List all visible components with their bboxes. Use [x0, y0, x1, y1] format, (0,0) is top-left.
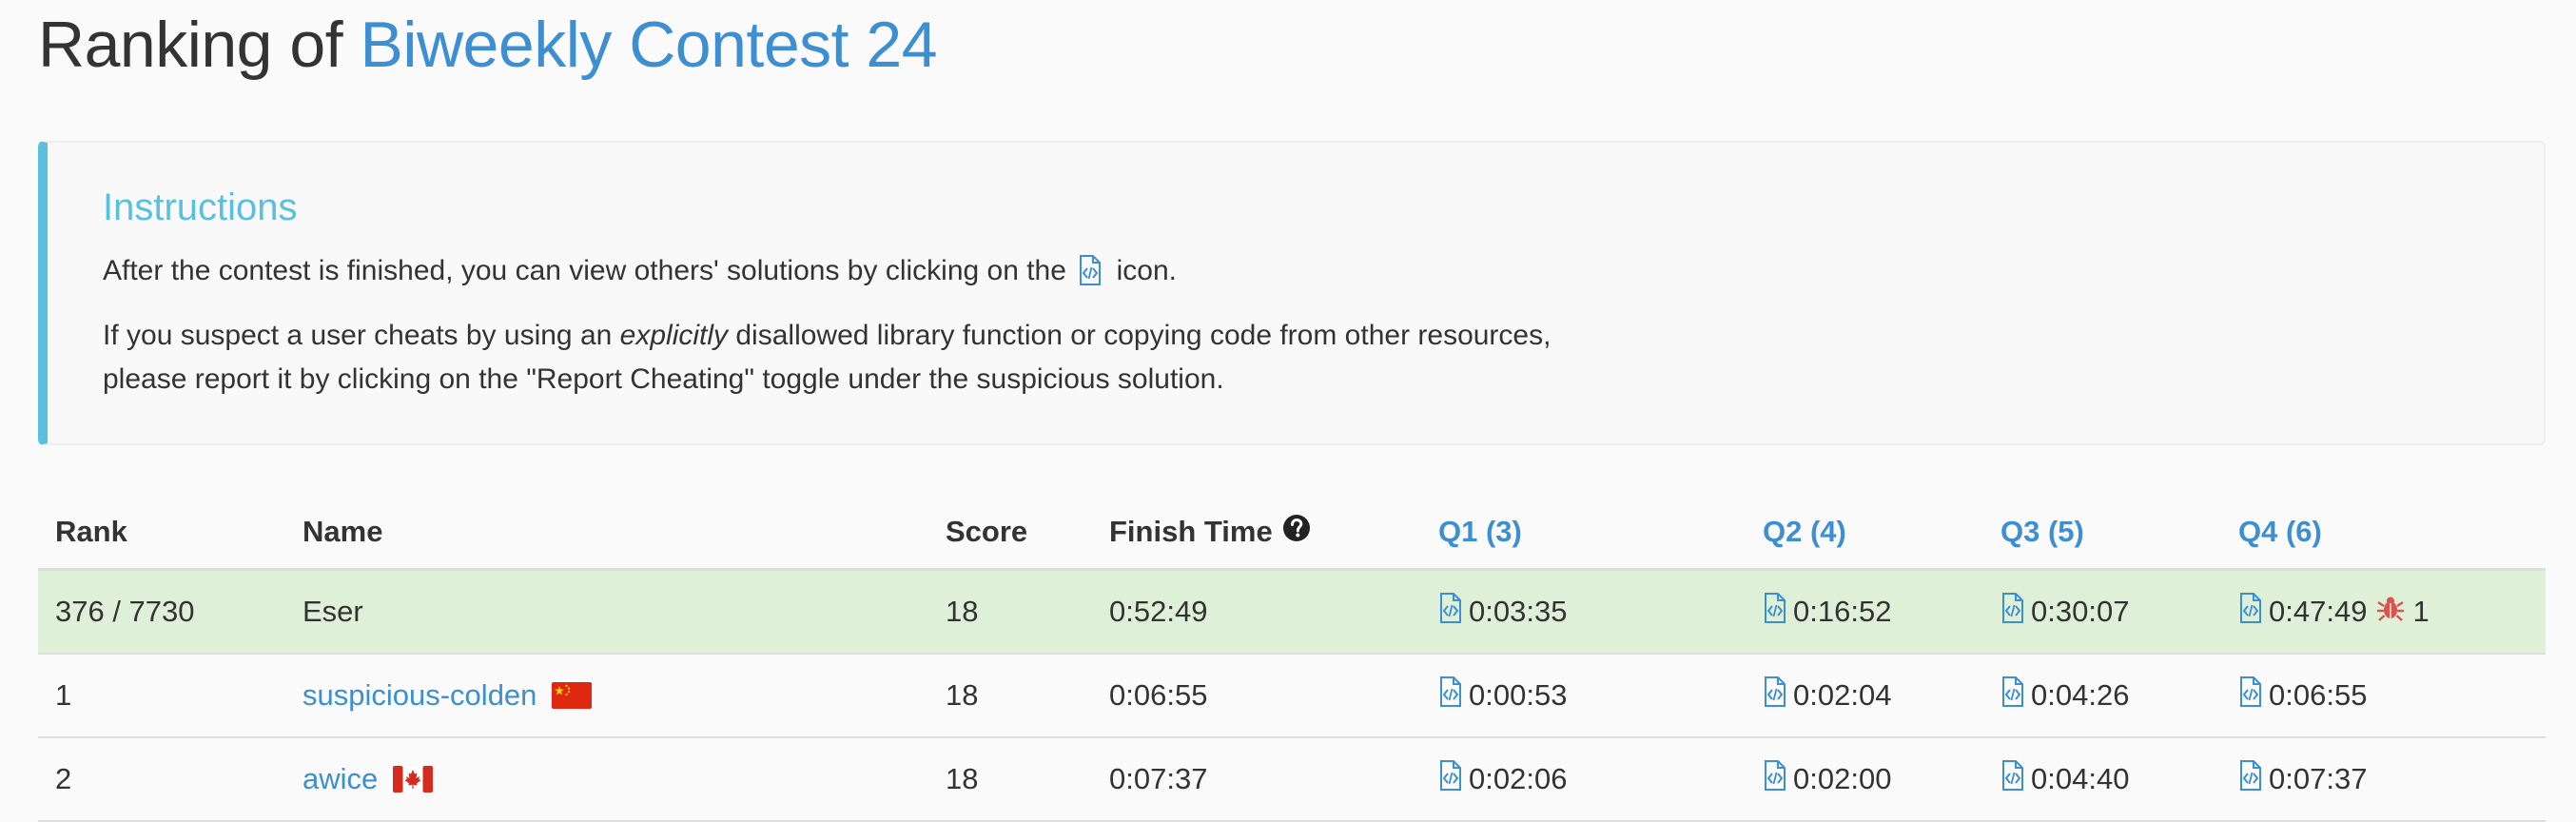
ranking-table: Rank Name Score Finish Time Q1 (3) Q2 (4… [38, 495, 2546, 822]
code-file-icon[interactable] [2238, 760, 2263, 798]
q2-time: 0:16:52 [1793, 595, 1892, 628]
user-cell: awice [302, 738, 434, 820]
instructions-line-2: If you suspect a user cheats by using an… [103, 314, 1551, 358]
q2-cell: 0:02:00 [1763, 738, 1891, 820]
table-row: 2 awice 18 0:07:37 0:02:06 0:02:00 0:04:… [38, 738, 2546, 822]
code-file-icon[interactable] [2000, 676, 2025, 714]
instructions-line-2-after: disallowed library function or copying c… [728, 320, 1551, 351]
q3-cell: 0:30:07 [2000, 571, 2129, 653]
finish-time-cell: 0:52:49 [1109, 595, 1208, 628]
score-cell: 18 [946, 762, 979, 795]
page-title-prefix: Ranking of [38, 9, 361, 81]
q1-cell: 0:02:06 [1438, 738, 1567, 820]
instructions-panel: Instructions After the contest is finish… [38, 141, 2546, 445]
q4-cell: 0:06:55 [2238, 655, 2367, 736]
ranking-page: Ranking of Biweekly Contest 24 Instructi… [0, 0, 2576, 822]
user-cell: suspicious-colden [302, 655, 593, 736]
instructions-line-1-before: After the contest is finished, you can v… [103, 255, 1066, 286]
header-finish-time: Finish Time [1109, 495, 1311, 568]
table-header-row: Rank Name Score Finish Time Q1 (3) Q2 (4… [38, 495, 2546, 571]
code-file-icon[interactable] [2000, 760, 2025, 798]
rank-cell: 376 / 7730 [55, 595, 195, 628]
q2-time: 0:02:00 [1793, 762, 1892, 795]
bug-icon [2376, 594, 2405, 630]
instructions-emphasis: explicitly [619, 320, 729, 351]
q1-time: 0:00:53 [1469, 678, 1568, 712]
code-file-icon[interactable] [1438, 676, 1463, 714]
header-name: Name [302, 514, 383, 548]
china-flag-icon [552, 682, 593, 709]
canada-flag-icon [393, 766, 434, 793]
code-file-icon[interactable] [1763, 760, 1787, 798]
rank-cell: 1 [55, 678, 72, 712]
q4-time: 0:06:55 [2269, 678, 2368, 712]
instructions-line-3: please report it by clicking on the "Rep… [103, 363, 1224, 395]
user-link[interactable]: suspicious-colden [302, 678, 537, 713]
contest-link[interactable]: Biweekly Contest 24 [360, 9, 937, 81]
rank-cell: 2 [55, 762, 72, 795]
score-cell: 18 [946, 678, 979, 712]
code-file-icon[interactable] [1763, 676, 1787, 714]
q2-cell: 0:02:04 [1763, 655, 1891, 736]
code-file-icon[interactable] [1763, 593, 1787, 631]
q3-time: 0:04:26 [2031, 678, 2130, 712]
header-q2[interactable]: Q2 (4) [1763, 495, 1846, 568]
instructions-line-2-before: If you suspect a user cheats by using an [103, 320, 620, 351]
q2-cell: 0:16:52 [1763, 571, 1891, 653]
header-q1[interactable]: Q1 (3) [1438, 495, 1522, 568]
page-title: Ranking of Biweekly Contest 24 [38, 8, 938, 82]
q4-penalty-count: 1 [2412, 595, 2430, 628]
q1-cell: 0:00:53 [1438, 655, 1567, 736]
instructions-heading: Instructions [103, 186, 298, 228]
header-q3[interactable]: Q3 (5) [2000, 495, 2084, 568]
code-file-icon[interactable] [2000, 593, 2025, 631]
header-score: Score [946, 514, 1028, 548]
user-link[interactable]: awice [302, 762, 378, 796]
header-q4[interactable]: Q4 (6) [2238, 495, 2322, 568]
q3-cell: 0:04:26 [2000, 655, 2129, 736]
q1-time: 0:02:06 [1469, 762, 1568, 795]
code-file-icon [1078, 255, 1103, 299]
q4-time: 0:07:37 [2269, 762, 2368, 795]
q4-cell: 0:07:37 [2238, 738, 2367, 820]
q1-time: 0:03:35 [1469, 595, 1568, 628]
question-circle-icon[interactable] [1282, 514, 1311, 550]
q1-cell: 0:03:35 [1438, 571, 1567, 653]
instructions-line-1: After the contest is finished, you can v… [103, 249, 1177, 299]
q2-time: 0:02:04 [1793, 678, 1892, 712]
score-cell: 18 [946, 595, 979, 628]
q3-time: 0:30:07 [2031, 595, 2130, 628]
code-file-icon[interactable] [2238, 593, 2263, 631]
header-rank: Rank [55, 514, 127, 548]
code-file-icon[interactable] [2238, 676, 2263, 714]
header-finish-time-label: Finish Time [1109, 514, 1273, 548]
q3-time: 0:04:40 [2031, 762, 2130, 795]
q3-cell: 0:04:40 [2000, 738, 2129, 820]
current-user-row: 376 / 7730 Eser 18 0:52:49 0:03:35 0:16:… [38, 571, 2546, 655]
finish-time-cell: 0:06:55 [1109, 678, 1208, 712]
code-file-icon[interactable] [1438, 760, 1463, 798]
user-name: Eser [302, 595, 363, 628]
code-file-icon[interactable] [1438, 593, 1463, 631]
instructions-line-1-after: icon. [1116, 255, 1177, 286]
finish-time-cell: 0:07:37 [1109, 762, 1208, 795]
table-row: 1 suspicious-colden 18 0:06:55 0:00:53 0… [38, 655, 2546, 738]
q4-cell: 0:47:49 1 [2238, 571, 2430, 653]
q4-time: 0:47:49 [2269, 595, 2368, 628]
